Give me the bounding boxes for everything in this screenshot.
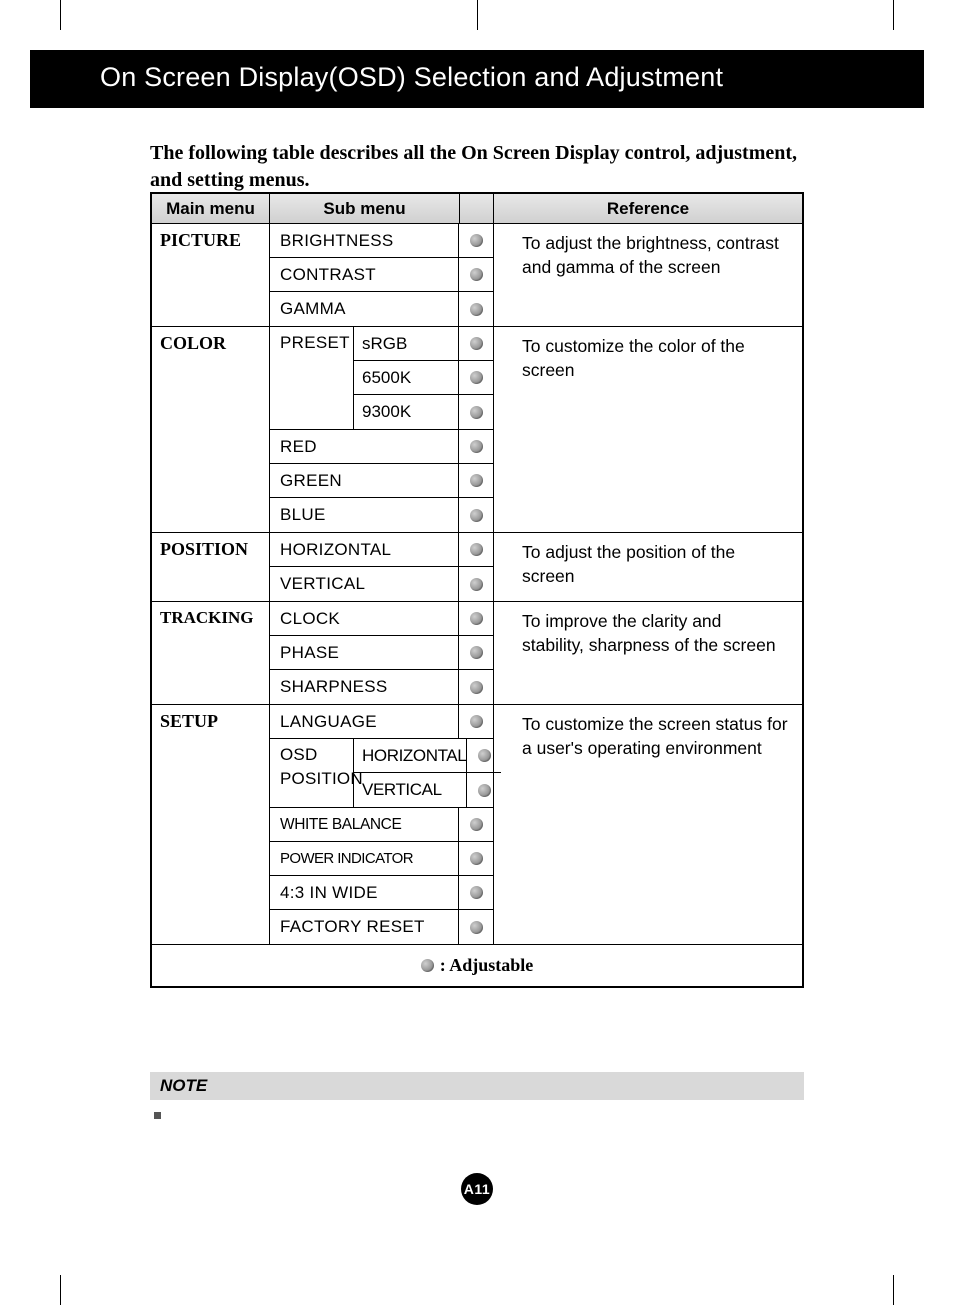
osd-label-1: OSD [280, 743, 353, 767]
table-row: FACTORY RESET [270, 910, 493, 944]
table-row: sRGB [354, 327, 493, 361]
dot-icon [470, 818, 483, 831]
table-row: LANGUAGE [270, 705, 493, 739]
sub-label: CONTRAST [270, 258, 459, 291]
header-adj-col [460, 194, 494, 223]
dot-icon [478, 784, 491, 797]
osd-label-2: POSITION [280, 767, 353, 791]
dot-icon [470, 440, 483, 453]
table-row: VERTICAL [354, 773, 501, 807]
sub-label: HORIZONTAL [354, 739, 467, 772]
sub-label: FACTORY RESET [270, 910, 459, 944]
ref-picture: To adjust the brightness, contrast and g… [494, 224, 802, 326]
table-row: HORIZONTAL [270, 533, 493, 567]
header-main: Main menu [152, 194, 270, 223]
table-row: GREEN [270, 464, 493, 498]
sub-label: RED [270, 430, 459, 463]
table-row: BRIGHTNESS [270, 224, 493, 258]
table-row: CONTRAST [270, 258, 493, 292]
main-setup: SETUP [152, 705, 270, 944]
ref-setup: To customize the screen status for a use… [494, 705, 802, 944]
preset-label: PRESET [270, 327, 353, 353]
dot-icon [470, 578, 483, 591]
page-number-badge: A11 [461, 1173, 493, 1205]
sub-label: GREEN [270, 464, 459, 497]
sub-label: LANGUAGE [270, 705, 459, 738]
note-box: NOTE [150, 1072, 804, 1139]
table-row: VERTICAL [270, 567, 493, 601]
dot-icon [470, 234, 483, 247]
dot-icon [470, 509, 483, 522]
dot-icon [470, 681, 483, 694]
dot-icon [470, 715, 483, 728]
dot-icon [470, 268, 483, 281]
header-ref: Reference [494, 194, 802, 223]
sub-label: HORIZONTAL [270, 533, 459, 566]
footer: A11 [0, 1173, 954, 1205]
page-title: On Screen Display(OSD) Selection and Adj… [100, 62, 723, 93]
table-row: 9300K [354, 395, 493, 429]
section-setup: SETUP LANGUAGE OSD POSITION HORIZONTAL V… [152, 705, 802, 944]
sub-label: BLUE [270, 498, 459, 532]
table-row: SHARPNESS [270, 670, 493, 704]
main-color: COLOR [152, 327, 270, 532]
sub-label: PHASE [270, 636, 459, 669]
dot-icon [470, 612, 483, 625]
osd-table: Main menu Sub menu Reference PICTURE BRI… [150, 192, 804, 988]
table-row: RED [270, 430, 493, 464]
table-header-row: Main menu Sub menu Reference [152, 194, 802, 224]
note-header: NOTE [150, 1072, 804, 1100]
dot-icon [470, 337, 483, 350]
sub-label: VERTICAL [354, 773, 467, 807]
sub-label: VERTICAL [270, 567, 459, 601]
dot-icon [470, 646, 483, 659]
ref-color: To customize the color of the screen [494, 327, 802, 532]
dot-icon [470, 852, 483, 865]
dot-icon [478, 749, 491, 762]
legend-row: : Adjustable [152, 944, 802, 986]
crop-mark-bottom [60, 1275, 894, 1305]
dot-icon [470, 406, 483, 419]
dot-icon [421, 959, 434, 972]
section-picture: PICTURE BRIGHTNESS CONTRAST GAMMA To adj… [152, 224, 802, 327]
table-row: POWER INDICATOR [270, 842, 493, 876]
legend-text: : Adjustable [440, 955, 534, 976]
crop-mark-top [60, 0, 894, 30]
dot-icon [470, 921, 483, 934]
sub-label: 6500K [354, 361, 459, 394]
section-tracking: TRACKING CLOCK PHASE SHARPNESS To improv… [152, 602, 802, 705]
table-row: BLUE [270, 498, 493, 532]
header-sub: Sub menu [270, 194, 460, 223]
dot-icon [470, 371, 483, 384]
sub-label: 9300K [354, 395, 459, 429]
main-position: POSITION [152, 533, 270, 601]
sub-label: WHITE BALANCE [270, 808, 459, 841]
sub-label: GAMMA [270, 292, 459, 326]
sub-label: sRGB [354, 327, 459, 360]
intro-text: The following table describes all the On… [150, 140, 800, 194]
section-position: POSITION HORIZONTAL VERTICAL To adjust t… [152, 533, 802, 602]
table-row: PHASE [270, 636, 493, 670]
dot-icon [470, 303, 483, 316]
sub-label: POWER INDICATOR [270, 842, 459, 875]
ref-tracking: To improve the clarity and stability, sh… [494, 602, 802, 704]
ref-position: To adjust the position of the screen [494, 533, 802, 601]
dot-icon [470, 474, 483, 487]
section-color: COLOR PRESET sRGB 6500K 9300K RED GREEN … [152, 327, 802, 533]
table-row: GAMMA [270, 292, 493, 326]
main-tracking: TRACKING [152, 602, 270, 704]
sub-label: BRIGHTNESS [270, 224, 459, 257]
sub-label: SHARPNESS [270, 670, 459, 704]
dot-icon [470, 886, 483, 899]
bullet-icon [154, 1112, 161, 1119]
dot-icon [470, 543, 483, 556]
table-row: WHITE BALANCE [270, 808, 493, 842]
sub-label: 4:3 IN WIDE [270, 876, 459, 909]
table-row: CLOCK [270, 602, 493, 636]
main-picture: PICTURE [152, 224, 270, 326]
table-row: HORIZONTAL [354, 739, 501, 773]
table-row: 4:3 IN WIDE [270, 876, 493, 910]
sub-label: CLOCK [270, 602, 459, 635]
table-row: 6500K [354, 361, 493, 395]
